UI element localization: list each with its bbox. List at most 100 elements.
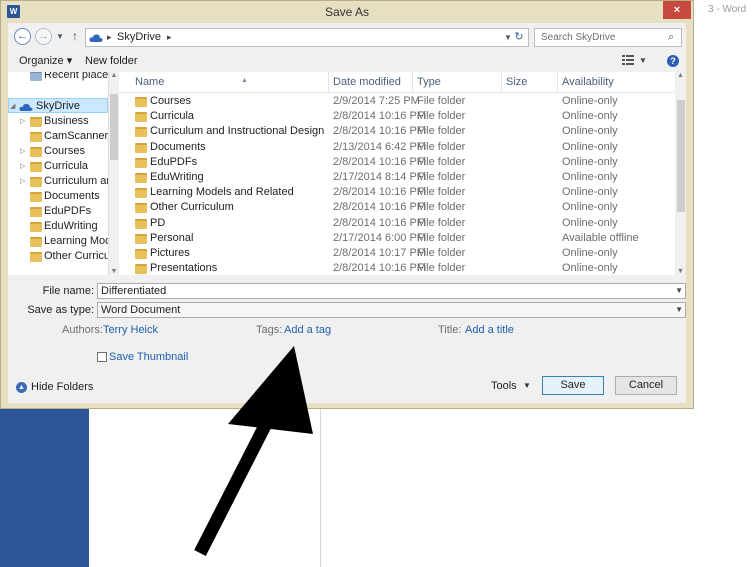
- folder-icon: [135, 264, 147, 275]
- nav-item-documents[interactable]: Documents: [8, 189, 108, 204]
- organize-button[interactable]: Organize ▾: [19, 51, 72, 71]
- file-date-cell: 2/8/2014 10:16 PM: [333, 186, 426, 199]
- file-row[interactable]: EduWriting 2/17/2014 8:14 PM File folder On…: [119, 170, 675, 185]
- breadcrumb-separator-icon[interactable]: ▸: [107, 29, 112, 46]
- nav-item-curriculum-and-i[interactable]: ▷ Curriculum and I: [8, 174, 108, 189]
- file-name-input[interactable]: Differentiated ▼: [97, 283, 686, 299]
- file-name-cell: Documents: [150, 140, 206, 153]
- column-header-name[interactable]: Name ▲: [131, 72, 329, 93]
- nav-item-label: EduPDFs: [44, 205, 92, 217]
- file-name-dropdown-icon[interactable]: ▼: [675, 284, 683, 298]
- nav-item-curricula[interactable]: ▷ Curricula: [8, 159, 108, 174]
- tools-dropdown-icon[interactable]: ▼: [523, 379, 531, 393]
- file-name-cell: EduWriting: [150, 171, 204, 183]
- recent-locations-dropdown-icon[interactable]: ▼: [55, 28, 65, 45]
- file-row[interactable]: EduPDFs 2/8/2014 10:16 PM File folder Onlin…: [119, 155, 675, 170]
- file-type-cell: File folder: [417, 262, 466, 275]
- collapsed-arrow-icon[interactable]: ▷: [20, 174, 28, 189]
- nav-item-other-curricul[interactable]: Other Curricul: [8, 249, 108, 264]
- collapsed-arrow-icon[interactable]: ▷: [20, 114, 28, 129]
- column-header-size[interactable]: Size: [502, 72, 558, 93]
- forward-button[interactable]: →: [35, 28, 52, 45]
- scroll-down-icon[interactable]: ▼: [109, 268, 119, 275]
- nav-item-edupdfs[interactable]: EduPDFs: [8, 204, 108, 219]
- column-header-date[interactable]: Date modified: [329, 72, 413, 93]
- nav-item-business[interactable]: ▷ Business: [8, 114, 108, 129]
- nav-item-label: CamScanner: [44, 130, 108, 142]
- back-button[interactable]: ←: [14, 28, 31, 45]
- close-button[interactable]: ×: [663, 1, 691, 19]
- nav-item-label: Curricula: [44, 160, 89, 172]
- collapsed-arrow-icon[interactable]: ▷: [20, 144, 28, 159]
- file-name-cell: Other Curriculum: [150, 201, 234, 214]
- save-thumbnail-label[interactable]: Save Thumbnail: [109, 350, 188, 364]
- scroll-down-icon[interactable]: ▼: [675, 268, 686, 275]
- file-name-cell: PD: [150, 216, 166, 229]
- folder-icon: [135, 218, 147, 229]
- file-availability-cell: Online-only: [562, 155, 618, 168]
- breadcrumb-chevron-icon[interactable]: ▸: [167, 29, 172, 46]
- file-row[interactable]: Curriculum and Instructional Design 2/8/2…: [119, 124, 675, 139]
- file-date-cell: 2/8/2014 10:16 PM: [333, 110, 426, 123]
- file-type-cell: File folder: [417, 140, 466, 153]
- hide-folders-button[interactable]: Hide Folders: [31, 380, 93, 394]
- nav-item-skydrive[interactable]: ◢ SkyDrive: [8, 98, 108, 113]
- save-type-select[interactable]: Word Document ▼: [97, 302, 686, 318]
- refresh-button[interactable]: ↻: [510, 28, 529, 47]
- file-row[interactable]: Presentations 2/8/2014 10:16 PM File folde…: [119, 261, 675, 275]
- navigation-pane-scroll-thumb[interactable]: [110, 94, 118, 160]
- new-folder-button[interactable]: New folder: [85, 51, 138, 71]
- dialog-titlebar[interactable]: W Save As ×: [1, 1, 693, 23]
- navigation-pane-scrollbar[interactable]: ▲ ▼: [108, 72, 118, 275]
- hide-folders-icon[interactable]: ▲: [16, 382, 27, 393]
- file-availability-cell: Online-only: [562, 201, 618, 214]
- file-row[interactable]: Curricula 2/8/2014 10:16 PM File folder Onl…: [119, 109, 675, 124]
- column-header-type[interactable]: Type: [413, 72, 502, 93]
- folder-icon: [30, 207, 42, 217]
- file-row[interactable]: Courses 2/9/2014 7:25 PM File folder Online…: [119, 94, 675, 109]
- word-backstage-panel: [0, 405, 89, 567]
- title-field[interactable]: Add a title: [465, 323, 514, 337]
- nav-item-eduwriting[interactable]: EduWriting: [8, 219, 108, 234]
- nav-item-courses[interactable]: ▷ Courses: [8, 144, 108, 159]
- breadcrumb-skydrive[interactable]: SkyDrive: [117, 29, 161, 46]
- file-date-cell: 2/8/2014 10:17 PM: [333, 247, 426, 259]
- nav-item-camscanner[interactable]: CamScanner: [8, 129, 108, 144]
- file-date-cell: 2/8/2014 10:16 PM: [333, 262, 426, 275]
- file-type-cell: File folder: [417, 201, 466, 214]
- file-list-scrollbar[interactable]: ▲ ▼: [675, 72, 686, 275]
- save-type-dropdown-icon[interactable]: ▼: [675, 303, 683, 317]
- file-row[interactable]: Learning Models and Related 2/8/2014 10:1…: [119, 185, 675, 200]
- authors-field[interactable]: Terry Heick: [103, 323, 158, 337]
- file-row[interactable]: PD 2/8/2014 10:16 PM File folder Online-onl…: [119, 216, 675, 231]
- file-row[interactable]: Personal 2/17/2014 6:00 PM File folder Avai…: [119, 231, 675, 246]
- up-folder-button[interactable]: ↑: [68, 28, 82, 45]
- address-bar[interactable]: ▸ SkyDrive ▸ ▼: [85, 28, 529, 47]
- help-icon[interactable]: ?: [667, 55, 679, 67]
- nav-item-label: Business: [44, 115, 89, 127]
- file-row[interactable]: Other Curriculum 2/8/2014 10:16 PM File fo…: [119, 200, 675, 215]
- tags-field[interactable]: Add a tag: [284, 323, 331, 337]
- search-icon[interactable]: ⌕: [663, 28, 679, 47]
- search-input[interactable]: Search SkyDrive: [534, 28, 682, 47]
- column-header-availability[interactable]: Availability: [558, 72, 675, 93]
- save-thumbnail-checkbox[interactable]: [97, 352, 107, 362]
- scroll-up-icon[interactable]: ▲: [109, 72, 119, 79]
- nav-item-recent-places[interactable]: Recent places: [8, 72, 108, 83]
- file-name-cell: Pictures: [150, 247, 190, 259]
- view-dropdown-icon[interactable]: ▼: [639, 51, 647, 71]
- tools-button[interactable]: Tools: [491, 379, 517, 393]
- cancel-button[interactable]: Cancel: [615, 376, 677, 395]
- nav-item-learning-models[interactable]: Learning Models: [8, 234, 108, 249]
- expanded-arrow-icon[interactable]: ◢: [10, 99, 18, 112]
- file-availability-cell: Online-only: [562, 186, 618, 199]
- file-row[interactable]: Documents 2/13/2014 6:42 PM File folder Onl…: [119, 140, 675, 155]
- collapsed-arrow-icon[interactable]: ▷: [20, 159, 28, 174]
- folder-icon: [30, 222, 42, 232]
- view-options-icon[interactable]: [622, 55, 634, 66]
- file-row[interactable]: Pictures 2/8/2014 10:17 PM File folder Onli…: [119, 246, 675, 261]
- scroll-up-icon[interactable]: ▲: [675, 72, 686, 79]
- save-button[interactable]: Save: [542, 376, 604, 395]
- file-name-cell: Curricula: [150, 110, 195, 123]
- file-list-scroll-thumb[interactable]: [677, 100, 685, 212]
